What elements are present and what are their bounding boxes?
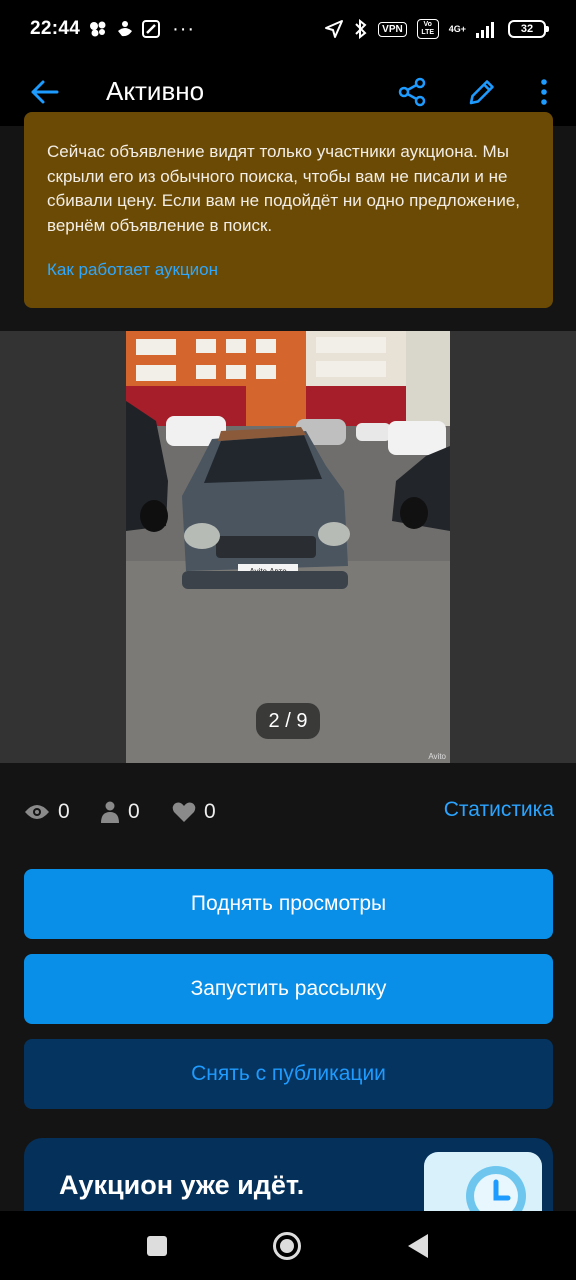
stats-row: 0 0 0 Статистика — [24, 792, 554, 832]
favorites-count: 0 — [204, 800, 216, 823]
heart-icon — [172, 802, 196, 822]
pencil-icon — [469, 80, 494, 105]
views-stat: 0 — [24, 792, 70, 832]
network-type: 4G+ — [448, 24, 466, 34]
more-vertical-icon — [541, 79, 547, 105]
system-nav-bar — [0, 1211, 576, 1280]
location-icon — [325, 20, 344, 38]
recents-button[interactable] — [146, 1235, 168, 1257]
more-notifications-icon: ··· — [172, 17, 196, 40]
car-photo[interactable]: Avito Авто — [126, 331, 450, 763]
vpn-badge: VPN — [378, 21, 407, 37]
contacts-stat: 0 — [100, 792, 140, 832]
auction-promo-title: Аукцион уже идёт. — [59, 1170, 305, 1200]
unpublish-button[interactable]: Снять с публикации — [24, 1039, 553, 1109]
circle-icon — [273, 1232, 301, 1260]
bird-icon — [118, 21, 133, 37]
system-icons: VPN Vo LTE 4G+ 32 — [324, 0, 549, 58]
square-icon — [147, 1236, 167, 1256]
status-time: 22:44 — [30, 18, 81, 39]
arrow-left-icon — [31, 80, 59, 104]
triangle-back-icon — [408, 1234, 428, 1258]
how-auction-works-link[interactable]: Как работает аукцион — [47, 260, 218, 280]
back-button[interactable] — [24, 72, 64, 112]
photo-counter: 2 / 9 — [256, 703, 320, 739]
favorites-stat: 0 — [172, 792, 216, 832]
start-mailing-button[interactable]: Запустить рассылку — [24, 954, 553, 1024]
signal-icon — [476, 22, 494, 38]
volte-badge: Vo LTE — [416, 19, 439, 39]
notification-icons — [88, 19, 161, 39]
contacts-count: 0 — [128, 800, 140, 823]
share-button[interactable] — [392, 72, 432, 112]
clover-icon — [90, 21, 106, 37]
home-button[interactable] — [272, 1231, 302, 1261]
auction-notice-text: Сейчас объявление видят только участники… — [47, 142, 520, 235]
statistics-link[interactable]: Статистика — [444, 798, 554, 822]
photo-watermark: Avito — [428, 752, 446, 761]
nav-back-button[interactable] — [406, 1233, 430, 1259]
status-bar: 22:44 ··· VPN Vo LTE 4G+ 32 — [0, 0, 576, 58]
eye-icon — [25, 805, 49, 819]
raise-views-button[interactable]: Поднять просмотры — [24, 869, 553, 939]
more-options-button[interactable] — [528, 72, 560, 112]
person-icon — [101, 801, 119, 823]
edit-app-icon — [142, 20, 161, 38]
share-icon — [398, 77, 426, 107]
page-title: Активно — [106, 76, 205, 106]
edit-button[interactable] — [462, 72, 502, 112]
battery-indicator: 32 — [508, 20, 549, 38]
auction-notice-card: Сейчас объявление видят только участники… — [24, 112, 553, 308]
photo-gallery[interactable]: Avito Авто 2 / 9 Avito — [0, 331, 576, 763]
views-count: 0 — [58, 800, 70, 823]
car-photo-image: Avito Авто — [126, 331, 450, 763]
bluetooth-icon — [355, 19, 367, 39]
